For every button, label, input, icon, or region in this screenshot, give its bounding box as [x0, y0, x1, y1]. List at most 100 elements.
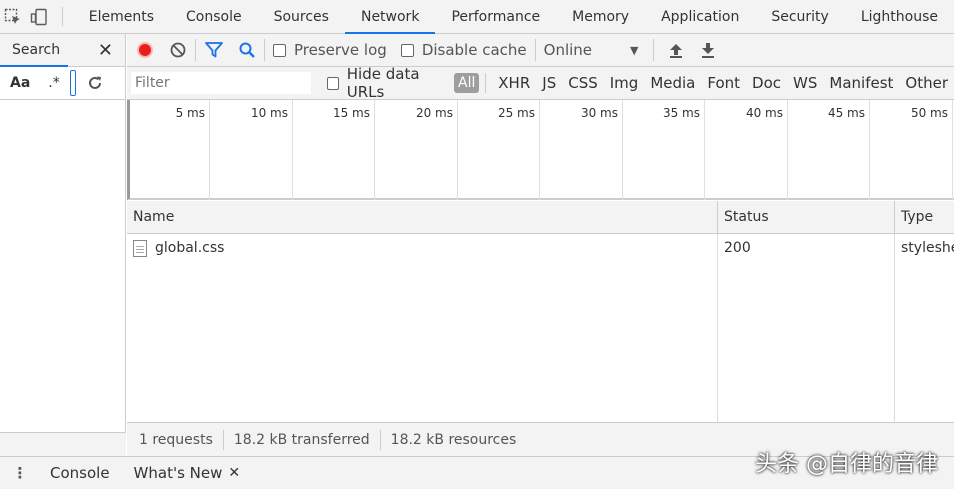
timeline-tick: 35 ms	[623, 100, 705, 200]
filter-type-ws[interactable]: WS	[793, 74, 817, 92]
close-icon[interactable]: ✕	[98, 40, 113, 61]
timeline-tick-label: 30 ms	[580, 106, 618, 120]
tab-console[interactable]: Console	[170, 0, 258, 33]
search-options: Aa .*	[0, 67, 125, 100]
toolbar-divider	[264, 39, 265, 61]
search-input[interactable]	[69, 70, 76, 96]
filter-type-js[interactable]: JS	[542, 74, 556, 92]
table-row[interactable]: global.css 200 stylesheet	[127, 234, 954, 262]
timeline-tick-label: 45 ms	[827, 106, 865, 120]
timeline-tick: 50 ms	[870, 100, 953, 200]
filter-type-doc[interactable]: Doc	[752, 74, 781, 92]
timeline-tick: 30 ms	[540, 100, 623, 200]
timeline-tick-label: 15 ms	[332, 106, 370, 120]
tab-lighthouse[interactable]: Lighthouse	[845, 0, 954, 33]
timeline-tick-label: 25 ms	[497, 106, 535, 120]
preserve-log-label: Preserve log	[294, 41, 387, 59]
tab-elements[interactable]: Elements	[73, 0, 170, 33]
close-icon[interactable]: ✕	[228, 465, 240, 481]
inspect-element-icon[interactable]	[0, 0, 26, 33]
filter-type-manifest[interactable]: Manifest	[829, 74, 893, 92]
filter-type-other[interactable]: Other	[905, 74, 948, 92]
column-header-status[interactable]: Status	[718, 201, 895, 233]
requests-table: Name Status Type global.css 200 styleshe…	[127, 201, 954, 422]
match-case-button[interactable]: Aa	[10, 75, 30, 91]
device-toolbar-icon[interactable]	[26, 0, 52, 33]
preserve-log-checkbox[interactable]: Preserve log	[273, 41, 387, 59]
filter-type-css[interactable]: CSS	[568, 74, 598, 92]
network-toolbar: Preserve log Disable cache Online ▼	[127, 34, 954, 67]
devtools-tabbar: Elements Console Sources Network Perform…	[0, 0, 954, 34]
summary-divider	[222, 429, 224, 450]
drawer-tab-console[interactable]: Console	[40, 464, 120, 482]
more-options-icon[interactable]: ⋮	[0, 464, 40, 482]
export-har-icon[interactable]	[700, 41, 716, 59]
toolbar-divider	[485, 73, 487, 93]
document-icon	[133, 239, 147, 257]
clear-icon[interactable]	[169, 41, 187, 59]
search-panel: Search ✕ Aa .*	[0, 34, 126, 456]
toolbar-divider	[61, 7, 63, 26]
column-header-type[interactable]: Type	[895, 201, 954, 233]
filter-type-media[interactable]: Media	[650, 74, 695, 92]
disable-cache-checkbox[interactable]: Disable cache	[400, 41, 527, 59]
timeline-tick: 5 ms	[130, 100, 210, 200]
timeline-tick: 40 ms	[705, 100, 788, 200]
search-panel-title[interactable]: Search	[12, 42, 60, 58]
toolbar-divider	[195, 39, 196, 61]
drawer-tab-label: Console	[50, 464, 110, 482]
cell-type: stylesheet	[901, 240, 954, 256]
timeline-tick: 45 ms	[788, 100, 870, 200]
tab-sources[interactable]: Sources	[258, 0, 345, 33]
filter-bar: Hide data URLs All XHR JS CSS Img Media …	[127, 65, 954, 101]
column-fill	[127, 262, 718, 422]
checkbox-box[interactable]	[273, 43, 286, 57]
throttling-value: Online	[543, 41, 593, 59]
filter-icon[interactable]	[204, 41, 224, 59]
checkbox-box[interactable]	[327, 76, 339, 90]
record-button[interactable]	[137, 42, 153, 58]
transferred-size: 18.2 kB transferred	[233, 431, 370, 448]
filter-type-xhr[interactable]: XHR	[498, 74, 530, 92]
search-panel-header: Search ✕	[0, 34, 125, 67]
timeline-tick-label: 10 ms	[250, 106, 288, 120]
tab-network[interactable]: Network	[344, 0, 436, 34]
timeline-tick: 15 ms	[293, 100, 375, 200]
throttling-select[interactable]: Online ▼	[544, 41, 639, 59]
hide-data-urls-label: Hide data URLs	[346, 65, 420, 101]
cell-name: global.css	[127, 234, 718, 262]
filter-type-img[interactable]: Img	[610, 74, 639, 92]
watermark: 头条 @自律的音律	[755, 452, 938, 477]
request-count: 1 requests	[139, 431, 213, 448]
column-fill	[718, 262, 895, 422]
chevron-down-icon: ▼	[630, 43, 639, 57]
toolbar-divider	[534, 39, 536, 61]
toolbar-divider	[652, 39, 654, 61]
tab-memory[interactable]: Memory	[556, 0, 645, 33]
filter-type-font[interactable]: Font	[707, 74, 740, 92]
column-header-name[interactable]: Name	[127, 201, 718, 233]
request-name: global.css	[155, 240, 225, 256]
tab-performance[interactable]: Performance	[435, 0, 556, 33]
timeline-tick-label: 35 ms	[662, 106, 700, 120]
summary-divider	[379, 429, 381, 450]
refresh-icon[interactable]	[86, 74, 104, 92]
filter-input[interactable]	[131, 72, 312, 94]
resources-size: 18.2 kB resources	[390, 431, 517, 448]
import-har-icon[interactable]	[668, 41, 684, 59]
timeline-tick-label: 50 ms	[910, 106, 948, 120]
regex-button[interactable]: .*	[48, 75, 59, 91]
timeline-tick-label: 20 ms	[415, 106, 453, 120]
tab-application[interactable]: Application	[645, 0, 755, 33]
checkbox-box[interactable]	[400, 43, 414, 57]
drawer-tab-label: What's New	[133, 464, 223, 482]
tab-security[interactable]: Security	[755, 0, 845, 33]
table-empty-area	[127, 262, 954, 422]
network-overview-timeline[interactable]: 5 ms 10 ms 15 ms 20 ms 25 ms 30 ms 35 ms…	[127, 100, 954, 200]
filter-type-all[interactable]: All	[454, 73, 480, 93]
search-icon[interactable]	[238, 41, 256, 59]
drawer-tab-whats-new[interactable]: What's New ✕	[124, 464, 251, 482]
table-header: Name Status Type	[127, 201, 954, 234]
hide-data-urls-checkbox[interactable]: Hide data URLs	[327, 65, 446, 101]
timeline-tick-label: 5 ms	[175, 106, 205, 120]
